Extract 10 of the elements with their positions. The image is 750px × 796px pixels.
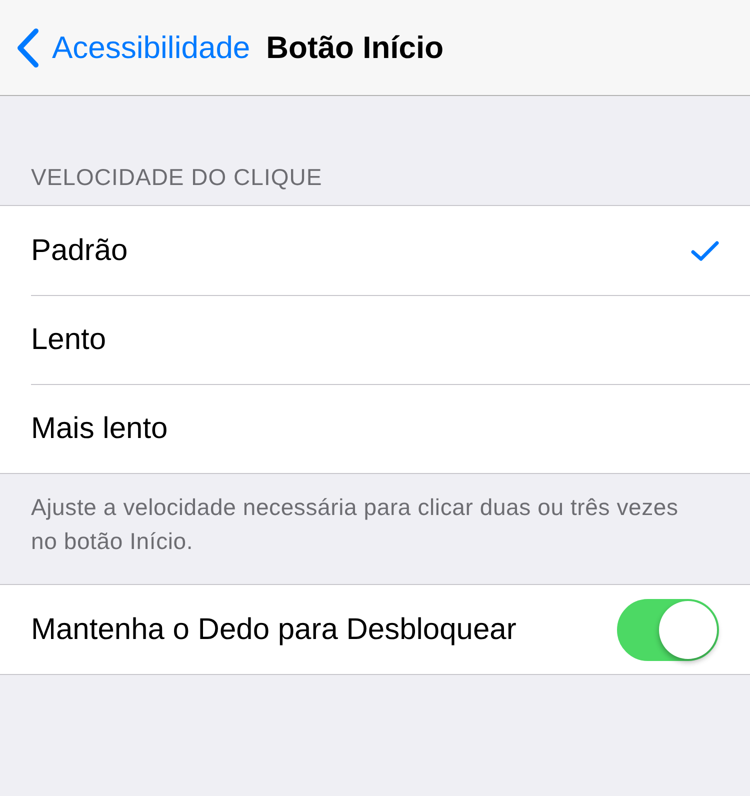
back-chevron-icon <box>16 28 40 68</box>
footer-note: Ajuste a velocidade necessária para clicar duas ou três vezes no botão Início. <box>31 494 678 554</box>
back-button[interactable]: Acessibilidade <box>16 28 250 68</box>
option-item[interactable]: Padrão <box>31 234 128 268</box>
toggle-label: Mantenha o Dedo para Desbloquear <box>31 612 516 646</box>
page-title: Botão Início <box>266 30 444 66</box>
option-item[interactable]: Mais lento <box>31 412 168 446</box>
toggle-switch[interactable] <box>617 598 719 660</box>
option-item[interactable]: Lento <box>31 322 106 356</box>
section-header: VELOCIDADE DO CLIQUE <box>31 164 322 190</box>
